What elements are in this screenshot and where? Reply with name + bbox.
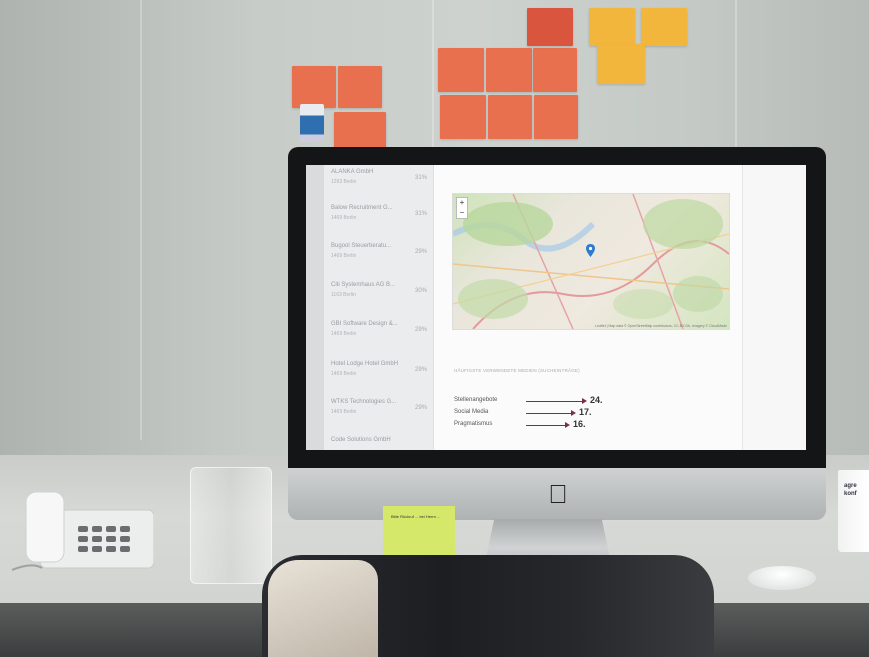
wall-sticky-note: [641, 8, 687, 46]
wall-panel-seam: [140, 0, 142, 440]
wall-sticky-note: [438, 48, 484, 92]
stats-bar-arrow-icon: [582, 398, 587, 404]
sidebar-item-percent: 29%: [414, 249, 427, 255]
coffee-mug: agre konf: [838, 470, 869, 552]
wall-sticky-note: [589, 8, 635, 46]
sidebar-item[interactable]: Citi Systemhaus AG B... 1163 Berlin 30%: [331, 282, 431, 312]
stats-row: Pragmatismus 16.: [454, 419, 654, 430]
desk-phone-icon: [12, 492, 154, 571]
map-zoom-control[interactable]: + −: [456, 197, 468, 219]
stats-row-label: Social Media: [454, 409, 489, 415]
map-tiles: [453, 194, 729, 329]
sidebar-item-percent: 31%: [414, 211, 427, 217]
right-column: [742, 165, 806, 450]
sidebar-item[interactable]: Code Solutions GmbH: [331, 437, 431, 450]
stats-bar-arrow-icon: [565, 422, 570, 428]
apple-logo-icon: : [544, 479, 572, 509]
sidebar-rail: [306, 165, 324, 450]
sidebar-item-percent: 29%: [414, 327, 427, 333]
stats-heading: HÄUFIGSTE VERWENDETE MEDIEN (SUCHEINTRÄG…: [454, 368, 580, 373]
sidebar-item[interactable]: WTKS Technologies G... 1469 Berlin 29%: [331, 399, 431, 429]
stats-bar: [526, 413, 571, 414]
sidebar: ALANKA GmbH 1293 Berlin 31% Balow Recrui…: [306, 165, 434, 450]
sidebar-item[interactable]: Bugool Steuerberatu... 1469 Berlin 29%: [331, 243, 431, 273]
office-photo:  ALANKA GmbH 1293 Berlin 31% Balow Recr…: [0, 0, 869, 657]
stats-bar: [526, 425, 565, 426]
wall-sticky-note: [597, 44, 645, 84]
mug-text: agre konf: [844, 483, 857, 497]
map-marker-icon[interactable]: [586, 244, 595, 257]
monitor-screen: ALANKA GmbH 1293 Berlin 31% Balow Recrui…: [306, 165, 806, 450]
stats-bar: [526, 401, 582, 402]
sticky-note-text: Bitte Rückruf ... bei Herrn ...: [391, 514, 441, 519]
sidebar-item[interactable]: Balow Recruitment G... 1469 Berlin 31%: [331, 205, 431, 235]
wall-sticky-note: [527, 8, 573, 46]
sidebar-item-percent: 29%: [414, 405, 427, 411]
sidebar-item-percent: 30%: [414, 288, 427, 294]
sidebar-item-percent: 31%: [414, 175, 427, 181]
water-glass: [190, 467, 272, 584]
wall-sticky-note: [486, 48, 532, 92]
stats-row-value: 24.: [590, 395, 603, 405]
stats-row: Stellenangebote 24.: [454, 395, 654, 406]
wall-sticky-note: [440, 95, 486, 139]
sidebar-item[interactable]: GBI Software Design &... 1469 Berlin 29%: [331, 321, 431, 351]
stats-bar-arrow-icon: [571, 410, 576, 416]
sidebar-item-percent: 29%: [414, 367, 427, 373]
wall-sticky-note: [334, 112, 386, 148]
sidebar-item-title: Code Solutions GmbH: [331, 437, 391, 443]
stats-row-value: 16.: [573, 419, 586, 429]
zoom-out-button[interactable]: −: [457, 208, 467, 218]
map-attribution: Leaflet | Map data © OpenStreetMap contr…: [595, 324, 727, 328]
zoom-in-button[interactable]: +: [457, 198, 467, 208]
magic-mouse: [748, 566, 816, 590]
map-view[interactable]: + − Leaflet | Map data © OpenStreetMap c…: [452, 193, 730, 330]
stats-row-value: 17.: [579, 407, 592, 417]
stats-row-label: Stellenangebote: [454, 397, 498, 403]
stats-row-label: Pragmatismus: [454, 421, 493, 427]
jacket-on-chair: [268, 560, 378, 657]
wall-sticky-note: [534, 95, 578, 139]
binder-clip: [300, 104, 324, 142]
sidebar-item[interactable]: ALANKA GmbH 1293 Berlin 31%: [331, 169, 431, 199]
sidebar-item[interactable]: Hotel Lodge Hotel GmbH 1469 Berlin 29%: [331, 361, 431, 391]
wall-sticky-note: [533, 48, 577, 92]
stats-row: Social Media 17.: [454, 407, 654, 418]
wall-sticky-note: [292, 66, 336, 108]
wall-sticky-note: [488, 95, 532, 139]
wall-sticky-note: [338, 66, 382, 108]
